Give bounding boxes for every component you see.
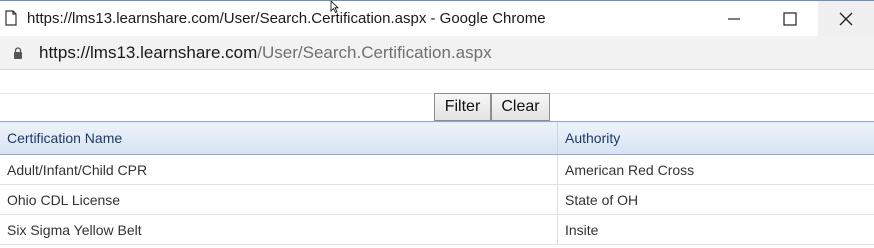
url-text[interactable]: https://lms13.learnshare.com/User/Search… [39,43,492,63]
document-icon [5,10,17,26]
certification-name-cell: Six Sigma Yellow Belt [0,214,558,245]
maximize-button[interactable] [762,1,818,37]
close-icon [839,12,853,26]
window-title: https://lms13.learnshare.com/User/Search… [27,10,546,27]
url-host: https://lms13.learnshare.com [39,43,258,62]
table-row[interactable]: Adult/Infant/Child CPR American Red Cros… [0,154,874,185]
clear-button[interactable]: Clear [491,93,550,121]
table-header-row: Certification Name Authority [0,121,874,155]
authority-cell: Insite [557,214,874,245]
mouse-cursor-icon [330,1,339,13]
window-title-bar: https://lms13.learnshare.com/User/Search… [0,0,874,37]
maximize-icon [783,12,797,26]
minimize-button[interactable] [706,1,762,37]
certification-name-cell: Ohio CDL License [0,184,558,215]
table-row[interactable]: Ohio CDL License State of OH [0,184,874,215]
certification-name-cell: Adult/Infant/Child CPR [0,154,558,185]
lock-icon [14,47,22,59]
authority-cell: State of OH [557,184,874,215]
table-row[interactable]: Six Sigma Yellow Belt Insite [0,214,874,245]
authority-cell: American Red Cross [557,154,874,185]
minimize-icon [728,18,740,20]
column-header-certification-name[interactable]: Certification Name [0,121,558,155]
certification-table: Certification Name Authority Adult/Infan… [0,121,874,245]
column-header-authority[interactable]: Authority [557,121,874,155]
filter-button[interactable]: Filter [434,93,491,121]
url-path: /User/Search.Certification.aspx [257,43,492,62]
address-bar[interactable]: https://lms13.learnshare.com/User/Search… [0,36,874,70]
close-window-button[interactable] [818,1,874,37]
